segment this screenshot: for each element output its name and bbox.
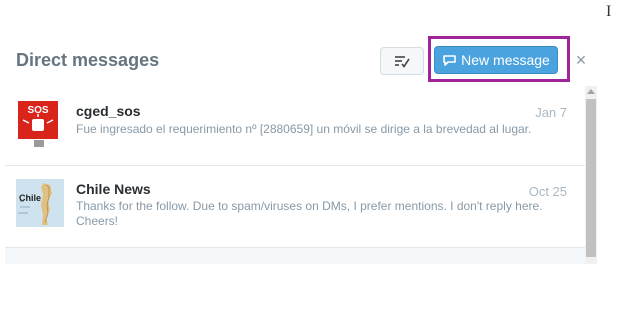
- avatar: Chile: [16, 179, 64, 227]
- new-message-icon: [443, 54, 456, 66]
- text-cursor-icon: I: [606, 3, 612, 20]
- avatar-chile-label: Chile: [19, 193, 41, 203]
- scrollbar[interactable]: [585, 86, 597, 264]
- close-icon[interactable]: ×: [573, 50, 589, 70]
- conversation-list: SOS cged_sos Jan 7 Fue ingresado el requ…: [5, 86, 597, 264]
- message-date: Oct 25: [528, 184, 567, 199]
- mark-all-read-icon: [395, 56, 410, 68]
- list-bottom-strip: [5, 248, 585, 264]
- page-title: Direct messages: [16, 50, 160, 70]
- new-message-button[interactable]: New message: [434, 46, 558, 74]
- conversation-item[interactable]: SOS cged_sos Jan 7 Fue ingresado el requ…: [5, 86, 585, 166]
- sender-name: cged_sos: [76, 103, 141, 119]
- conversation-item[interactable]: Chile Chile News Oct 25 Thanks for the f…: [5, 166, 585, 248]
- sender-name: Chile News: [76, 181, 151, 197]
- scroll-up-icon[interactable]: [587, 89, 595, 94]
- scrollbar-thumb[interactable]: [586, 99, 596, 257]
- message-date: Jan 7: [535, 105, 567, 120]
- new-message-label: New message: [461, 52, 550, 68]
- mark-all-read-button[interactable]: [380, 47, 424, 75]
- message-snippet: Thanks for the follow. Due to spam/virus…: [76, 199, 543, 228]
- dm-header: Direct messages New message ×: [0, 36, 600, 86]
- message-snippet: Fue ingresado el requerimiento nº [28806…: [76, 122, 532, 136]
- avatar: SOS: [16, 100, 64, 148]
